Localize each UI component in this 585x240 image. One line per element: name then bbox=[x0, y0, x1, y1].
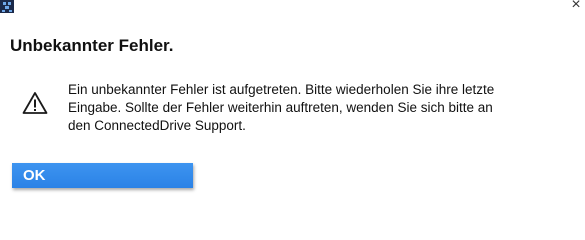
close-button[interactable]: × bbox=[569, 0, 583, 13]
app-icon bbox=[0, 0, 14, 13]
error-dialog: × Unbekannter Fehler. Ein unbekannter Fe… bbox=[0, 0, 585, 216]
message-line: Ein unbekannter Fehler ist aufgetreten. … bbox=[68, 82, 495, 97]
message-line: den ConnectedDrive Support. bbox=[68, 118, 246, 133]
warning-icon bbox=[22, 92, 48, 114]
dialog-title: Unbekannter Fehler. bbox=[10, 36, 174, 55]
error-message: Ein unbekannter Fehler ist aufgetreten. … bbox=[68, 81, 538, 135]
message-line: Eingabe. Sollte der Fehler weiterhin auf… bbox=[68, 100, 493, 115]
ok-button[interactable]: OK bbox=[12, 163, 193, 188]
